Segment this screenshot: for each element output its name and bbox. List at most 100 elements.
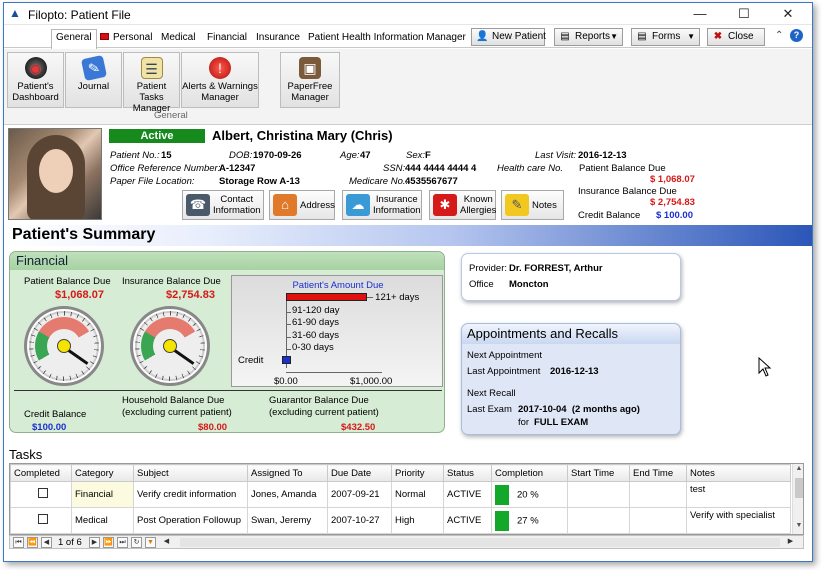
close-button[interactable]: ✖ Close [707,28,765,46]
prev-page-group-icon[interactable]: ⏪ [27,537,38,548]
next-appointment-label: Next Appointment [467,350,542,361]
insurance-information-button[interactable]: ☁ Insurance Information [342,190,422,220]
table-row[interactable]: Medical Post Operation Followup Swan, Je… [10,507,791,534]
next-page-icon[interactable]: ▶ [89,537,100,548]
completed-checkbox[interactable] [37,488,48,498]
tab-personal[interactable]: Personal [96,30,156,48]
gauge-hub [163,339,177,353]
first-page-icon[interactable]: ⏮ [13,537,24,548]
tab-financial[interactable]: Financial [203,30,251,48]
chart-category-label: 31-60 days [292,329,340,341]
known-allergies-button[interactable]: ✱ Known Allergies [429,190,496,220]
status-badge: Active [109,129,205,143]
scroll-up-icon[interactable]: ▲ [793,465,803,472]
chart-category-label: 61-90 days [292,317,340,328]
for-value: FULL EXAM [534,417,589,428]
maximize-button[interactable]: ☐ [722,3,766,25]
notes-button[interactable]: ✎ Notes [501,190,564,220]
next-page-group-icon[interactable]: ⏩ [103,537,114,548]
collapse-ribbon-icon[interactable]: ⌃ [775,30,783,41]
new-patient-icon: 👤 [476,31,489,42]
chart-leader-line [367,297,374,298]
help-icon[interactable]: ? [790,29,803,42]
dob-label: DOB: [229,150,253,161]
journal-button[interactable]: ✎ Journal [65,52,122,108]
col-due-date[interactable]: Due Date [327,464,392,482]
chart-bar [286,293,368,301]
last-appointment-label: Last Appointment [467,366,541,377]
new-patient-button[interactable]: 👤 New Patient [471,28,546,46]
next-recall-label: Next Recall [467,388,516,399]
forms-button[interactable]: ▤ Forms ▼ [631,28,700,46]
office-ref-value: A-12347 [219,163,256,174]
contact-information-button[interactable]: ☎ Contact Information [182,190,264,220]
tab-insurance[interactable]: Insurance [252,30,304,48]
assigned-cell: Jones, Amanda [247,481,328,508]
tab-medical[interactable]: Medical [157,30,199,48]
col-completion[interactable]: Completion [491,464,568,482]
minimize-button[interactable]: — [678,3,722,25]
close-window-button[interactable]: ✕ [766,3,810,25]
address-button[interactable]: ⌂ Address [269,190,335,220]
patients-dashboard-label: Patient's Dashboard [12,81,59,103]
chart-leader-line [286,349,291,350]
patient-no-value: 15 [161,150,172,161]
chart-x-axis [286,372,382,373]
refresh-icon[interactable]: ↻ [131,537,142,548]
col-subject[interactable]: Subject [133,464,248,482]
tab-general[interactable]: General [51,29,97,49]
summary-header: Patient's Summary [4,225,812,246]
tasks-vertical-scrollbar[interactable]: ▲ ▼ [792,464,803,534]
scroll-right-icon[interactable]: ▶ [785,537,796,548]
tab-phim[interactable]: Patient Health Information Manager [304,30,470,48]
priority-cell: High [391,507,444,534]
scroll-down-icon[interactable]: ▼ [793,522,803,529]
col-category[interactable]: Category [71,464,134,482]
col-assigned-to[interactable]: Assigned To [247,464,328,482]
col-priority[interactable]: Priority [391,464,444,482]
status-cell: ACTIVE [443,481,492,508]
filter-icon[interactable]: ▼ [145,537,156,548]
end-time-cell [629,481,687,508]
medicare-value: 4535567677 [405,176,458,187]
tasks-header-row: Completed Category Subject Assigned To D… [10,464,791,482]
horizontal-scrollbar[interactable] [180,538,780,547]
paperfree-icon: ▣ [299,57,321,79]
patient-tasks-manager-button[interactable]: ☰ Patient Tasks Manager [123,52,180,114]
alert-icon: ! [209,57,231,79]
scroll-thumb[interactable] [795,478,803,498]
last-page-icon[interactable]: ⏭ [117,537,128,548]
financial-panel: Financial Patient Balance Due $1,068.07 … [9,251,445,433]
completed-checkbox[interactable] [37,514,48,524]
insurance-information-label: Insurance Information [373,194,421,216]
start-time-cell [567,481,630,508]
col-start-time[interactable]: Start Time [567,464,630,482]
col-status[interactable]: Status [443,464,492,482]
forms-icon: ▤ [637,31,647,42]
col-end-time[interactable]: End Time [629,464,687,482]
notes-label: Notes [532,199,557,211]
patients-dashboard-button[interactable]: ◉ Patient's Dashboard [7,52,64,108]
patient-file-window: ▲ Filopto: Patient File — ☐ ✕ General Pe… [3,2,813,562]
reports-button[interactable]: ▤ Reports ▼ [554,28,623,46]
fin-patient-balance-value: $1,068.07 [55,289,104,301]
mouse-cursor-icon [758,357,772,377]
end-time-cell [629,507,687,534]
last-visit-value: 2016-12-13 [578,150,627,161]
table-row[interactable]: Financial Verify credit information Jone… [10,481,791,508]
sex-value: F [425,150,431,161]
col-notes[interactable]: Notes [686,464,791,482]
paperfree-manager-button[interactable]: ▣ PaperFree Manager [280,52,340,108]
summary-title: Patient's Summary [12,226,156,243]
scroll-left-icon[interactable]: ◀ [161,537,172,548]
fin-insurance-balance-label: Insurance Balance Due [122,276,221,287]
completion-bar [495,510,509,531]
prev-page-icon[interactable]: ◀ [41,537,52,548]
dashboard-icon: ◉ [24,57,47,79]
chart-category-label: 121+ days [375,292,420,303]
notes-cell: Verify with specialist [686,507,791,534]
alerts-warnings-manager-button[interactable]: ! Alerts & Warnings Manager [181,52,259,108]
tasks-navigator: ⏮ ⏪ ◀ 1 of 6 ▶ ⏩ ⏭ ↻ ▼ ◀ ▶ [9,535,804,549]
patient-balance-label: Patient Balance Due [579,163,666,174]
col-completed[interactable]: Completed [10,464,72,482]
